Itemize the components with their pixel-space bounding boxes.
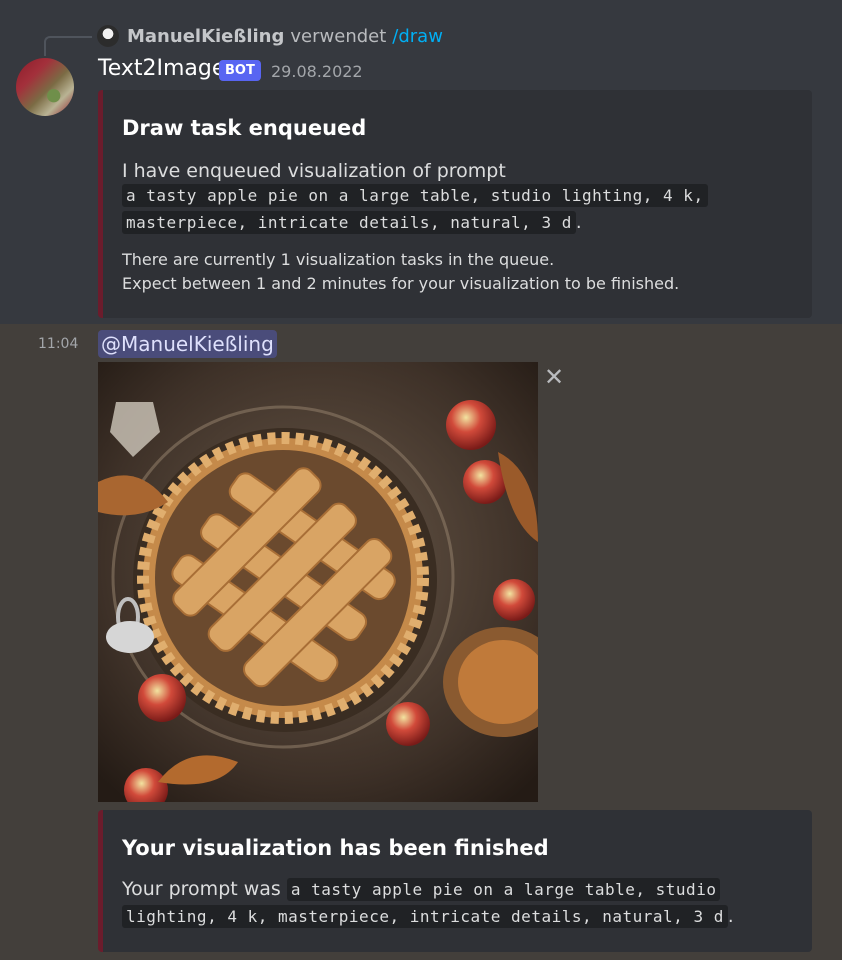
prompt-period: .: [727, 906, 734, 927]
prompt-period: .: [575, 212, 582, 233]
queue-status: There are currently 1 visualization task…: [122, 250, 555, 269]
bot-badge: BOT: [219, 60, 261, 81]
user-mention[interactable]: @ManuelKießling: [98, 330, 277, 358]
eta-status: Expect between 1 and 2 minutes for your …: [122, 274, 680, 293]
embed-title: Your visualization has been finished: [122, 836, 549, 860]
bot-username[interactable]: Text2Image: [98, 56, 225, 81]
close-icon[interactable]: ✕: [542, 365, 566, 389]
embed-enqueued: Draw task enqueued I have enqueued visua…: [98, 90, 812, 318]
reply-context[interactable]: ManuelKießling verwendet /draw: [97, 22, 443, 50]
message-time[interactable]: 11:04: [38, 336, 78, 352]
reply-verb: verwendet: [290, 25, 387, 47]
reply-avatar[interactable]: [97, 25, 119, 47]
message-timestamp[interactable]: 29.08.2022: [271, 62, 363, 81]
embed-description: I have enqueued visualization of prompt: [122, 160, 506, 182]
prompt-code: a tasty apple pie on a large table, stud…: [286, 878, 721, 901]
apple-pie-image: [98, 362, 538, 802]
reply-username[interactable]: ManuelKießling: [127, 26, 284, 47]
reply-connector: [44, 36, 92, 56]
finished-prompt-line-1: Your prompt was a tasty apple pie on a l…: [122, 876, 721, 903]
prompt-code-line-2: masterpiece, intricate details, natural,…: [122, 209, 582, 236]
embed-finished: Your visualization has been finished You…: [98, 810, 812, 952]
embed-title: Draw task enqueued: [122, 116, 367, 140]
slash-command-link[interactable]: /draw: [392, 26, 443, 47]
finished-prompt-line-2: lighting, 4 k, masterpiece, intricate de…: [122, 903, 734, 930]
prompt-code: lighting, 4 k, masterpiece, intricate de…: [122, 905, 728, 928]
prompt-code-line-1: a tasty apple pie on a large table, stud…: [122, 182, 708, 209]
prompt-code: masterpiece, intricate details, natural,…: [122, 211, 576, 234]
generated-image[interactable]: [98, 362, 538, 802]
prompt-prefix: Your prompt was: [122, 878, 281, 900]
prompt-code: a tasty apple pie on a large table, stud…: [122, 184, 708, 207]
bot-avatar[interactable]: [16, 58, 74, 116]
